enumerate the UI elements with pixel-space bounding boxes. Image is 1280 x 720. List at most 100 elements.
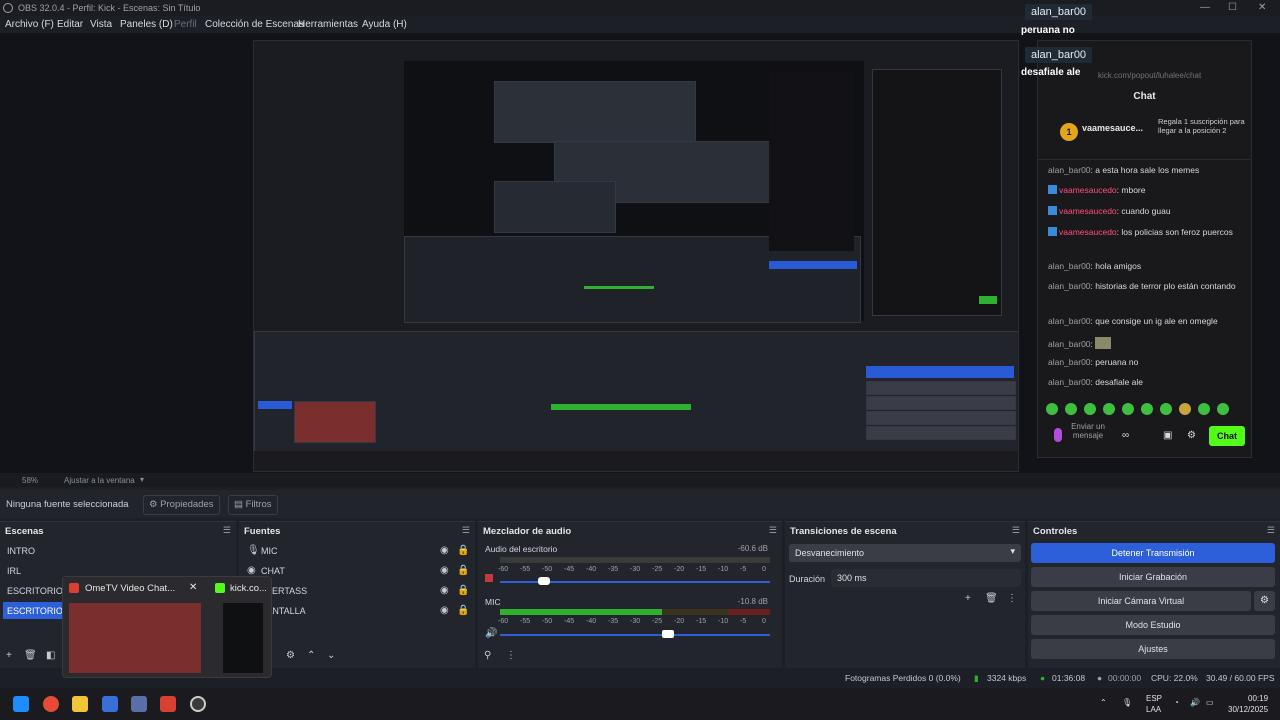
scene-item[interactable]: ESCRITORIO 5 — [7, 606, 70, 616]
studio-mode-button[interactable]: Modo Estudio — [1031, 615, 1275, 635]
chat-input[interactable]: Enviar un mensaje — [1068, 422, 1108, 440]
chrome-icon[interactable] — [43, 696, 59, 712]
menu-docks[interactable]: Paneles (D) — [120, 19, 173, 30]
menu-help[interactable]: Ayuda (H) — [362, 19, 407, 30]
zoom-level[interactable]: 58% — [22, 476, 38, 485]
menu-scene-collection[interactable]: Colección de Escenas — [205, 19, 304, 30]
kebab-icon[interactable]: ⋮ — [1007, 593, 1017, 604]
chevron-up-icon[interactable]: ⌃ — [1100, 698, 1107, 707]
menu-view[interactable]: Vista — [90, 19, 112, 30]
emote-icon[interactable] — [1179, 403, 1191, 415]
trash-icon[interactable]: 🗑 — [24, 650, 37, 661]
lang-top[interactable]: ESP — [1146, 694, 1162, 703]
lock-icon[interactable]: 🔒 — [457, 585, 469, 596]
menu-tools[interactable]: Herramientas — [298, 19, 358, 30]
menu-file[interactable]: Archivo (F) — [5, 19, 54, 30]
windows-start-icon[interactable] — [13, 696, 29, 712]
scene-item[interactable]: IRL — [7, 566, 21, 576]
dock-menu-icon[interactable]: ☰ — [1012, 525, 1020, 536]
gear-icon[interactable]: ⚙ — [1187, 430, 1196, 441]
menu-profile[interactable]: Perfil — [174, 19, 197, 30]
scene-item[interactable]: ESCRITORIO — [7, 586, 63, 596]
desktop-volume-handle[interactable] — [538, 577, 550, 585]
close-icon[interactable]: ✕ — [189, 582, 197, 593]
emote-icon[interactable] — [1084, 403, 1096, 415]
brave-icon[interactable] — [160, 696, 176, 712]
dock-menu-icon[interactable]: ☰ — [1267, 525, 1275, 536]
store-icon[interactable]: ▣ — [1163, 430, 1172, 441]
mic-volume-slider[interactable] — [500, 634, 770, 636]
transition-select[interactable]: Desvanecimiento ▾ — [789, 544, 1021, 562]
gift-user[interactable]: vaamesauce... — [1082, 123, 1143, 133]
emote-icon[interactable] — [1217, 403, 1229, 415]
lang-bottom[interactable]: LAA — [1146, 705, 1161, 714]
speaker-icon[interactable]: 🔊 — [485, 628, 497, 639]
muted-speaker-icon[interactable] — [485, 574, 493, 582]
filters-button[interactable]: ▤ Filtros — [228, 495, 278, 515]
file-explorer-icon[interactable] — [72, 696, 88, 712]
battery-icon[interactable]: ▭ — [1206, 698, 1214, 707]
stop-streaming-button[interactable]: Detener Transmisión — [1031, 543, 1275, 563]
properties-button[interactable]: ⚙ Propiedades — [143, 495, 220, 515]
filter-icon[interactable]: ◧ — [46, 650, 55, 661]
zoom-fit-select[interactable]: Ajustar a la ventana — [64, 476, 135, 485]
dock-menu-icon[interactable]: ☰ — [769, 525, 777, 536]
chat-send-button[interactable]: Chat — [1209, 426, 1245, 446]
add-icon[interactable]: + — [6, 650, 12, 661]
duration-input[interactable]: 300 ms — [831, 569, 1021, 587]
thumbnail-title-2[interactable]: kick.co... — [230, 583, 267, 594]
dock-menu-icon[interactable]: ☰ — [462, 525, 470, 536]
chevron-down-icon[interactable]: ⌄ — [327, 650, 335, 661]
emote-icon[interactable] — [1103, 403, 1115, 415]
mic-volume-handle[interactable] — [662, 630, 674, 638]
settings-button[interactable]: Ajustes — [1031, 639, 1275, 659]
obs-taskbar-icon[interactable] — [190, 696, 206, 712]
emote-icon[interactable] — [1141, 403, 1153, 415]
lock-icon[interactable]: 🔒 — [457, 605, 469, 616]
eye-icon[interactable]: ◉ — [440, 585, 449, 596]
minimize-icon[interactable]: — — [1200, 2, 1210, 13]
emote-icon[interactable] — [1198, 403, 1210, 415]
add-icon[interactable]: + — [965, 593, 971, 604]
emote-icon[interactable] — [1046, 403, 1058, 415]
preview-zoom-bar: 58% Ajustar a la ventana ▾ — [0, 473, 1280, 487]
chevron-up-icon[interactable]: ⌃ — [307, 650, 315, 661]
scene-item[interactable]: INTRO — [7, 546, 35, 556]
thumbnail-preview[interactable] — [69, 603, 201, 673]
meter-scale-tick: -55 — [520, 618, 531, 625]
link-icon[interactable]: ⚲ — [484, 650, 491, 661]
app-icon[interactable] — [131, 696, 147, 712]
thumbnail-title[interactable]: OmeTV Video Chat... — [85, 583, 175, 594]
mic-tray-icon[interactable]: 🎙 — [1122, 698, 1132, 707]
emote-icon[interactable] — [1065, 403, 1077, 415]
kebab-icon[interactable]: ⋮ — [506, 650, 516, 661]
mic-icon[interactable] — [1054, 428, 1062, 442]
trash-icon[interactable]: 🗑 — [985, 593, 998, 604]
lock-icon[interactable]: 🔒 — [457, 545, 469, 556]
lock-icon[interactable]: 🔒 — [457, 565, 469, 576]
infinity-icon[interactable]: ∞ — [1122, 430, 1129, 441]
clock-date[interactable]: 30/12/2025 — [1228, 705, 1268, 714]
start-recording-button[interactable]: Iniciar Grabación — [1031, 567, 1275, 587]
overlay-username: alan_bar00 — [1025, 47, 1093, 63]
close-icon[interactable]: ✕ — [1258, 2, 1266, 13]
gear-icon[interactable]: ⚙ — [1254, 591, 1275, 611]
thumbnail-preview-2[interactable] — [223, 603, 263, 673]
menu-edit[interactable]: Editar — [57, 19, 83, 30]
eye-icon[interactable]: ◉ — [440, 545, 449, 556]
volume-icon[interactable]: 🔊 — [1190, 698, 1200, 707]
gear-icon[interactable]: ⚙ — [286, 650, 295, 661]
eye-icon[interactable]: ◉ — [440, 605, 449, 616]
security-icon[interactable] — [102, 696, 118, 712]
source-item[interactable]: CHAT — [261, 566, 285, 576]
maximize-icon[interactable]: ☐ — [1228, 2, 1237, 13]
wifi-icon[interactable]: ◔ — [1174, 698, 1179, 707]
eye-icon[interactable]: ◉ — [440, 565, 449, 576]
source-item[interactable]: MIC — [261, 546, 278, 556]
dock-menu-icon[interactable]: ☰ — [223, 525, 231, 536]
start-virtual-camera-button[interactable]: Iniciar Cámara Virtual — [1031, 591, 1251, 611]
clock-time[interactable]: 00:19 — [1248, 694, 1268, 703]
emote-icon[interactable] — [1160, 403, 1172, 415]
chevron-down-icon[interactable]: ▾ — [140, 475, 144, 484]
emote-icon[interactable] — [1122, 403, 1134, 415]
